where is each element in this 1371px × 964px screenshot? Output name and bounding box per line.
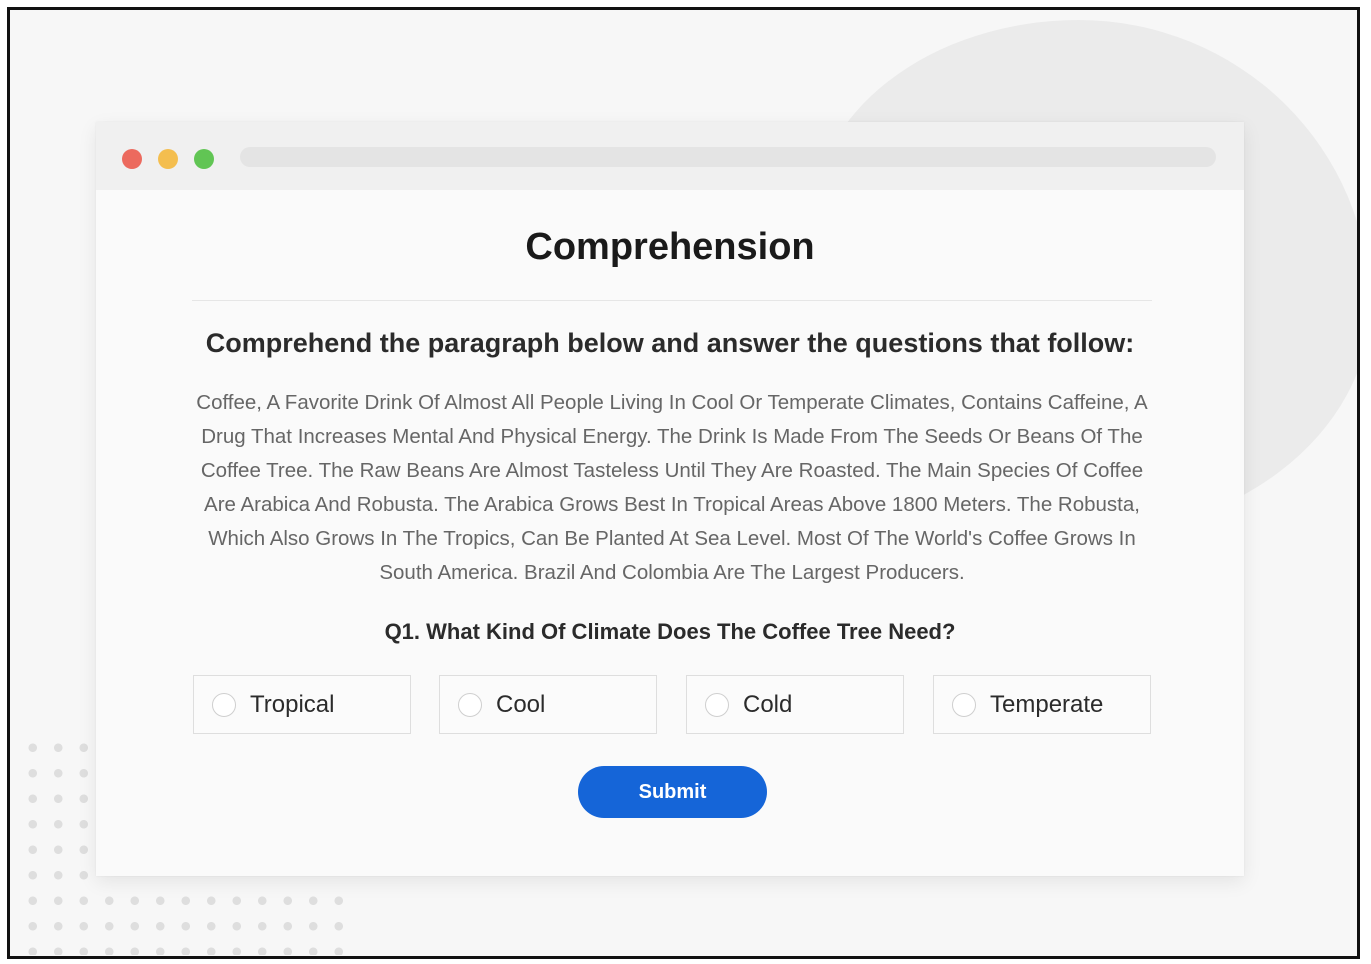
close-window-button[interactable] bbox=[122, 149, 142, 169]
radio-icon[interactable] bbox=[705, 692, 729, 717]
radio-icon[interactable] bbox=[952, 692, 976, 717]
option-tropical[interactable]: Tropical bbox=[193, 675, 411, 734]
option-cold[interactable]: Cold bbox=[686, 675, 904, 734]
title-divider bbox=[192, 300, 1152, 301]
window-titlebar bbox=[96, 122, 1244, 190]
radio-icon[interactable] bbox=[212, 692, 236, 717]
submit-button[interactable]: Submit bbox=[578, 766, 767, 818]
question-text: Q1. What Kind Of Climate Does The Coffee… bbox=[384, 619, 956, 644]
browser-window: Comprehension Comprehend the paragraph b… bbox=[96, 122, 1244, 876]
option-label: Cool bbox=[496, 690, 546, 718]
option-temperate[interactable]: Temperate bbox=[933, 675, 1151, 734]
radio-icon[interactable] bbox=[458, 692, 482, 717]
minimize-window-button[interactable] bbox=[158, 149, 178, 169]
instructions-heading: Comprehend the paragraph below and answe… bbox=[205, 328, 1135, 358]
option-label: Temperate bbox=[990, 690, 1104, 718]
option-label: Tropical bbox=[250, 690, 335, 718]
maximize-window-button[interactable] bbox=[194, 149, 214, 169]
page-title: Comprehension bbox=[525, 226, 815, 268]
screenshot-frame: Comprehension Comprehend the paragraph b… bbox=[7, 7, 1360, 959]
option-label: Cold bbox=[743, 690, 793, 718]
address-bar[interactable] bbox=[240, 147, 1216, 167]
comprehension-passage: Coffee, A Favorite Drink Of Almost All P… bbox=[196, 391, 1148, 584]
option-cool[interactable]: Cool bbox=[439, 675, 657, 734]
